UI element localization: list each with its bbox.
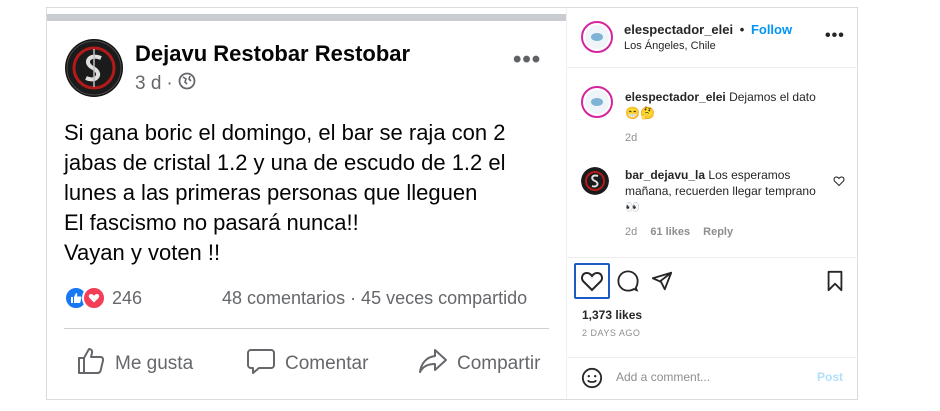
reactions-count: 246 xyxy=(112,287,143,308)
commenter-avatar[interactable] xyxy=(581,86,613,118)
comment-button[interactable]: Comentar xyxy=(245,345,368,383)
image-top-bar xyxy=(47,14,566,21)
comment-time[interactable]: 2d xyxy=(625,226,637,238)
caption-comment: elespectador_elei Dejamos el dato 😁🤔 2d xyxy=(567,68,858,148)
facebook-post-image: Dejavu Restobar Restobar 3 d · ••• Si ga… xyxy=(47,8,566,399)
post-body-line: jabas de cristal 1.2 y una de escudo de … xyxy=(64,150,506,175)
follow-button[interactable]: Follow xyxy=(751,22,792,37)
account-username[interactable]: elespectador_elei xyxy=(624,22,733,37)
account-avatar[interactable] xyxy=(581,21,613,53)
share-arrow-icon xyxy=(417,345,449,383)
comment-username[interactable]: bar_dejavu_la xyxy=(625,168,705,182)
page-avatar xyxy=(65,39,123,97)
divider xyxy=(64,328,549,329)
love-reaction-icon xyxy=(82,286,106,310)
comment-meta: 2d 61 likes Reply xyxy=(625,226,743,238)
comment-label: Comentar xyxy=(285,353,369,374)
post-timestamp: 2 DAYS AGO xyxy=(582,328,641,338)
post-body-line: El fascismo no pasará nunca!! xyxy=(64,210,359,235)
post-time[interactable]: 3 d xyxy=(135,73,161,95)
comment-username[interactable]: elespectador_elei xyxy=(625,90,726,104)
comment-likes[interactable]: 61 likes xyxy=(650,226,690,238)
post-action-bar: 1,373 likes 2 DAYS AGO xyxy=(567,257,858,367)
like-label: Me gusta xyxy=(115,353,194,374)
like-heart-icon[interactable] xyxy=(574,263,610,299)
reply-comment: bar_dejavu_la Los esperamos mañana, recu… xyxy=(567,158,858,253)
comment-time[interactable]: 2d xyxy=(625,132,637,144)
post-body-line: Vayan y voten !! xyxy=(64,240,221,265)
post-body: Si gana boric el domingo, el bar se raja… xyxy=(64,118,564,268)
post-meta: 3 d · xyxy=(135,72,196,96)
meta-separator: · xyxy=(166,73,173,94)
comment-like-heart-icon[interactable] xyxy=(833,174,845,192)
globe-icon xyxy=(178,72,196,96)
post-header: elespectador_elei • Follow Los Ángeles, … xyxy=(567,8,858,68)
reply-button[interactable]: Reply xyxy=(703,226,733,238)
post-body-line: lunes a las primeras personas que llegue… xyxy=(64,180,478,205)
speech-bubble-icon xyxy=(245,345,277,383)
post-actions: Me gusta Comentar Compartir xyxy=(47,345,566,379)
share-label: Compartir xyxy=(457,353,541,374)
save-bookmark-icon[interactable] xyxy=(818,264,852,298)
comment-meta: 2d xyxy=(625,132,647,144)
post-options-icon[interactable]: ••• xyxy=(513,46,541,74)
comment-bubble-icon[interactable] xyxy=(611,264,645,298)
post-comment-button[interactable]: Post xyxy=(817,370,843,384)
likes-count[interactable]: 1,373 likes xyxy=(582,308,642,322)
emoji-icon[interactable] xyxy=(581,367,603,394)
commenter-avatar[interactable] xyxy=(581,167,609,195)
location-link[interactable]: Los Ángeles, Chile xyxy=(624,40,716,52)
instagram-sidebar: elespectador_elei • Follow Los Ángeles, … xyxy=(566,8,858,399)
add-comment-bar: Add a comment... Post xyxy=(567,357,858,399)
header-dot: • xyxy=(739,22,745,37)
share-button[interactable]: Compartir xyxy=(417,345,540,383)
more-options-icon[interactable]: ••• xyxy=(825,27,845,45)
comment-text: elespectador_elei Dejamos el dato 😁🤔 xyxy=(625,89,830,121)
comment-text: bar_dejavu_la Los esperamos mañana, recu… xyxy=(625,167,830,215)
share-paper-plane-icon[interactable] xyxy=(645,264,679,298)
like-button[interactable]: Me gusta xyxy=(75,345,193,383)
reactions-summary[interactable]: 246 xyxy=(64,286,142,310)
thumbs-up-icon xyxy=(75,345,107,383)
account-header: elespectador_elei • Follow xyxy=(624,22,792,37)
comments-shares-count[interactable]: 48 comentarios · 45 veces compartido xyxy=(222,288,527,309)
comment-input[interactable]: Add a comment... xyxy=(616,370,710,384)
post-body-line: Si gana boric el domingo, el bar se raja… xyxy=(64,120,506,145)
page-name[interactable]: Dejavu Restobar Restobar xyxy=(135,41,410,67)
